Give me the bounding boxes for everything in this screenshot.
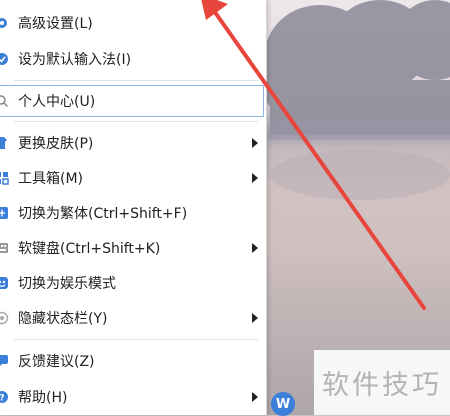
watermark: 软件技巧 bbox=[314, 350, 450, 415]
app-badge-icon: W bbox=[271, 392, 295, 416]
